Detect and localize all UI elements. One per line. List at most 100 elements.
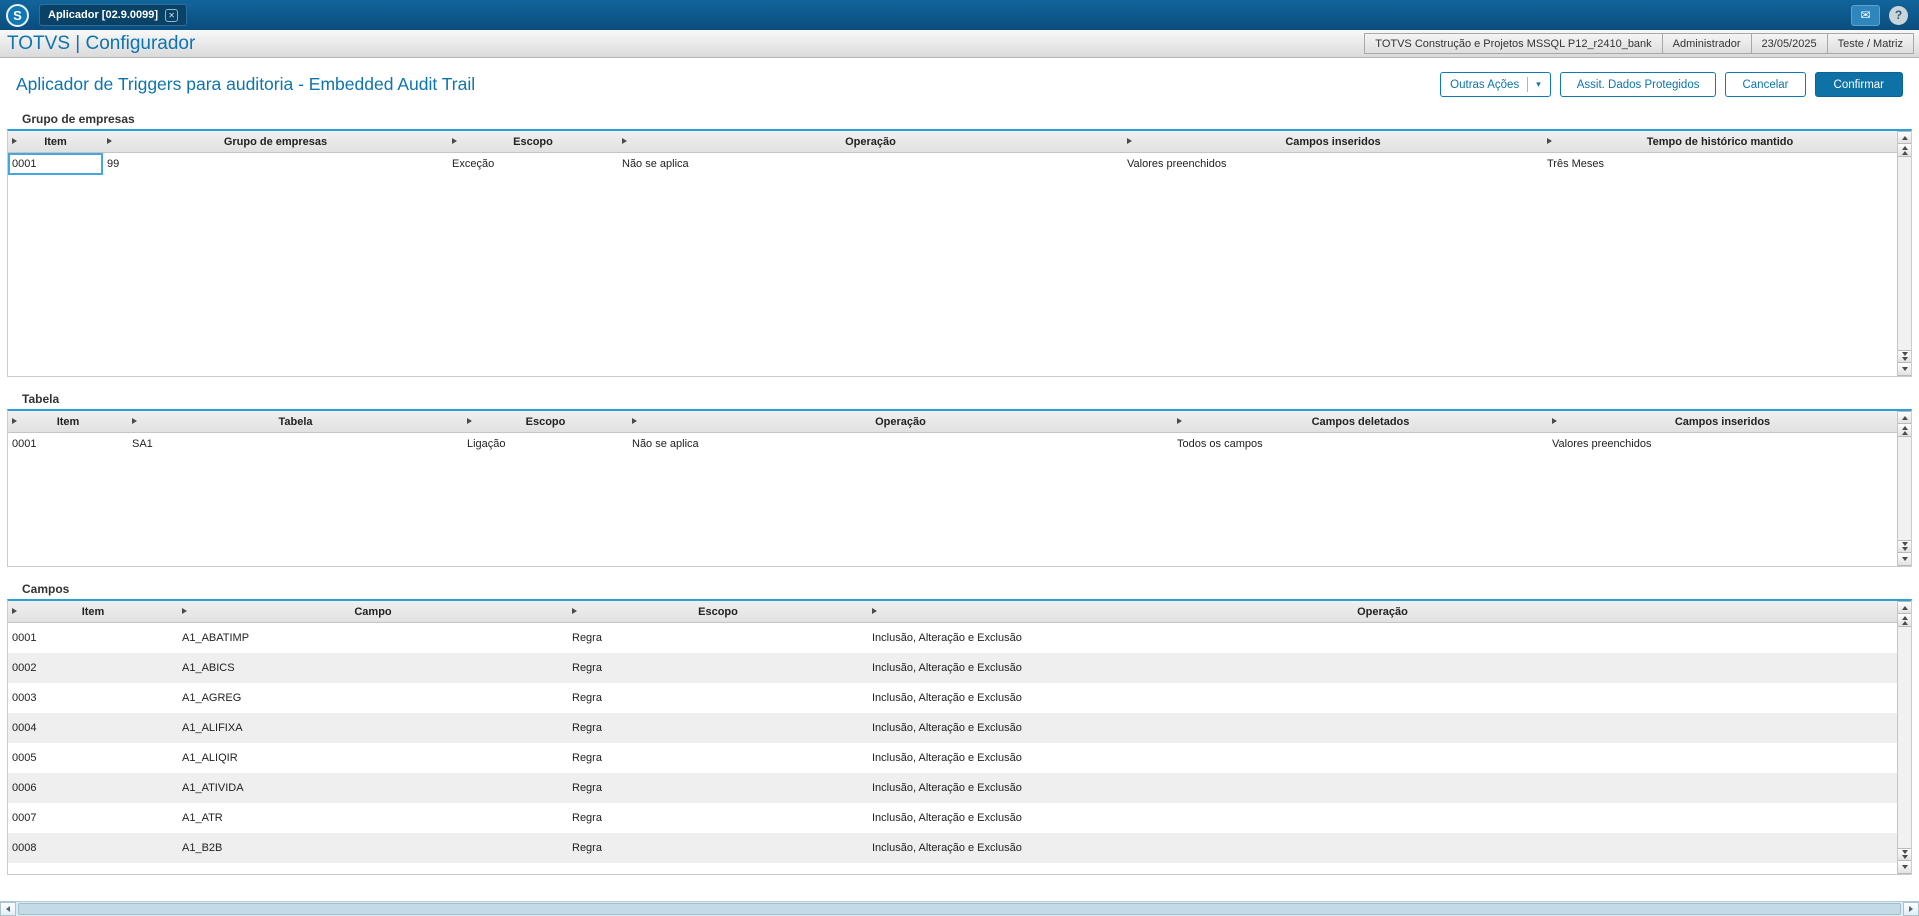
grid-cell[interactable]: 0005 — [8, 743, 178, 773]
grid-cell[interactable]: 0007 — [8, 803, 178, 833]
vertical-scrollbar[interactable] — [1897, 601, 1911, 874]
grid-cell[interactable]: A1_ALIFIXA — [178, 713, 568, 743]
horizontal-scrollbar[interactable] — [0, 901, 1919, 916]
column-header[interactable]: Operação — [628, 411, 1173, 432]
column-header[interactable]: Escopo — [463, 411, 628, 432]
grid-cell[interactable]: A1_ATR — [178, 803, 568, 833]
help-button[interactable]: ? — [1889, 5, 1908, 25]
grid-cell[interactable]: 0001 — [8, 433, 128, 455]
grid-cell[interactable]: Não se aplica — [618, 153, 1123, 175]
column-header[interactable]: Tabela — [128, 411, 463, 432]
grid-cell[interactable]: Regra — [568, 683, 868, 713]
scroll-down-button[interactable] — [1898, 861, 1911, 874]
column-header[interactable]: Tempo de histórico mantido — [1543, 131, 1897, 152]
scroll-up-button[interactable] — [1898, 411, 1911, 424]
grid-cell[interactable]: 0003 — [8, 683, 178, 713]
grid-cell[interactable]: Inclusão, Alteração e Exclusão — [868, 833, 1897, 863]
table-row[interactable]: 0008 A1_B2B Regra Inclusão, Alteração e Exc… — [8, 833, 1897, 863]
assit-dados-protegidos-button[interactable]: Assit. Dados Protegidos — [1559, 72, 1717, 97]
scrollbar-track[interactable] — [1898, 627, 1911, 848]
table-row[interactable]: 0006 A1_ATIVIDA Regra Inclusão, Alteração e… — [8, 773, 1897, 803]
cancelar-button[interactable]: Cancelar — [1725, 72, 1806, 97]
column-header[interactable]: Escopo — [448, 131, 618, 152]
column-header[interactable]: Item — [8, 411, 128, 432]
grid-cell[interactable]: SA1 — [128, 433, 463, 455]
scroll-up-button[interactable] — [1898, 131, 1911, 144]
vertical-scrollbar[interactable] — [1897, 131, 1911, 376]
grid-cell[interactable]: Regra — [568, 833, 868, 863]
app-tab-aplicador[interactable]: Aplicador [02.9.0099] ✕ — [39, 4, 188, 26]
grid-cell[interactable]: Inclusão, Alteração e Exclusão — [868, 683, 1897, 713]
table-row[interactable]: 0007 A1_ATR Regra Inclusão, Alteração e Exc… — [8, 803, 1897, 833]
grid-cell[interactable]: Inclusão, Alteração e Exclusão — [868, 653, 1897, 683]
table-row[interactable]: 0003 A1_AGREG Regra Inclusão, Alteração e E… — [8, 683, 1897, 713]
column-header[interactable]: Item — [8, 601, 178, 622]
tab-close-icon[interactable]: ✕ — [165, 8, 179, 22]
scroll-page-up-button[interactable] — [1898, 144, 1911, 157]
table-row[interactable]: 0001 A1_ABATIMP Regra Inclusão, Alteração e… — [8, 623, 1897, 653]
grid-cell[interactable]: A1_ABATIMP — [178, 623, 568, 653]
grid-cell[interactable]: 0008 — [8, 833, 178, 863]
table-row[interactable]: 0004 A1_ALIFIXA Regra Inclusão, Alteração e… — [8, 713, 1897, 743]
vertical-scrollbar[interactable] — [1897, 411, 1911, 566]
scroll-left-button[interactable] — [0, 902, 16, 916]
grid-cell[interactable]: Regra — [568, 743, 868, 773]
column-header[interactable]: Campo — [178, 601, 568, 622]
grid-cell[interactable]: A1_ATIVIDA — [178, 773, 568, 803]
grid-cell[interactable]: Inclusão, Alteração e Exclusão — [868, 713, 1897, 743]
grid-cell[interactable]: Todos os campos — [1173, 433, 1548, 455]
grid-cell[interactable]: 99 — [103, 153, 448, 175]
grid-cell[interactable]: Valores preenchidos — [1123, 153, 1543, 175]
scroll-down-button[interactable] — [1898, 553, 1911, 566]
grid-cell[interactable]: Não se aplica — [628, 433, 1173, 455]
column-header[interactable]: Campos deletados — [1173, 411, 1548, 432]
scroll-right-button[interactable] — [1903, 902, 1919, 916]
scroll-page-down-button[interactable] — [1898, 848, 1911, 861]
grid-cell[interactable]: Inclusão, Alteração e Exclusão — [868, 773, 1897, 803]
column-header[interactable]: Campos inseridos — [1123, 131, 1543, 152]
table-row[interactable]: 0001 99 Exceção Não se aplica Valores preenc… — [8, 153, 1897, 175]
scroll-page-up-button[interactable] — [1898, 614, 1911, 627]
table-row[interactable]: 0005 A1_ALIQIR Regra Inclusão, Alteração e … — [8, 743, 1897, 773]
scroll-up-button[interactable] — [1898, 601, 1911, 614]
grid-cell[interactable]: A1_AGREG — [178, 683, 568, 713]
grid-cell-focused[interactable]: 0001 — [8, 153, 103, 175]
scroll-page-down-button[interactable] — [1898, 540, 1911, 553]
scrollbar-track[interactable] — [1898, 157, 1911, 350]
grid-cell[interactable]: Regra — [568, 773, 868, 803]
column-header[interactable]: Campos inseridos — [1548, 411, 1897, 432]
horizontal-scrollbar-thumb[interactable] — [18, 903, 1901, 915]
grid-cell[interactable]: Regra — [568, 803, 868, 833]
confirmar-button[interactable]: Confirmar — [1814, 72, 1903, 97]
grid-cell[interactable]: 0006 — [8, 773, 178, 803]
column-header[interactable]: Grupo de empresas — [103, 131, 448, 152]
column-header[interactable]: Operação — [618, 131, 1123, 152]
grid-cell[interactable]: Regra — [568, 713, 868, 743]
grid-cell[interactable]: A1_B2B — [178, 833, 568, 863]
grid-cell[interactable]: Regra — [568, 653, 868, 683]
scrollbar-track[interactable] — [1898, 437, 1911, 540]
column-header[interactable]: Item — [8, 131, 103, 152]
outras-acoes-button[interactable]: Outras Ações ▾ — [1440, 72, 1551, 97]
column-header[interactable]: Escopo — [568, 601, 868, 622]
table-row[interactable]: 0001 SA1 Ligação Não se aplica Todos os camp… — [8, 433, 1897, 455]
grid-cell[interactable]: 0004 — [8, 713, 178, 743]
grid-cell[interactable]: Valores preenchidos — [1548, 433, 1897, 455]
grid-cell[interactable]: Inclusão, Alteração e Exclusão — [868, 743, 1897, 773]
grid-cell[interactable]: 0001 — [8, 623, 178, 653]
grid-cell[interactable]: Ligação — [463, 433, 628, 455]
column-header[interactable]: Operação — [868, 601, 1897, 622]
scroll-down-button[interactable] — [1898, 363, 1911, 376]
grid-cell[interactable]: Três Meses — [1543, 153, 1897, 175]
grid-cell[interactable]: Inclusão, Alteração e Exclusão — [868, 803, 1897, 833]
scroll-page-down-button[interactable] — [1898, 350, 1911, 363]
grid-cell[interactable]: A1_ALIQIR — [178, 743, 568, 773]
grid-cell[interactable]: 0002 — [8, 653, 178, 683]
grid-cell[interactable]: Exceção — [448, 153, 618, 175]
grid-cell[interactable]: Inclusão, Alteração e Exclusão — [868, 623, 1897, 653]
grid-cell[interactable]: Regra — [568, 623, 868, 653]
table-row[interactable]: 0002 A1_ABICS Regra Inclusão, Alteração e E… — [8, 653, 1897, 683]
scroll-page-up-button[interactable] — [1898, 424, 1911, 437]
mail-button[interactable]: ✉ — [1851, 4, 1880, 26]
grid-cell[interactable]: A1_ABICS — [178, 653, 568, 683]
